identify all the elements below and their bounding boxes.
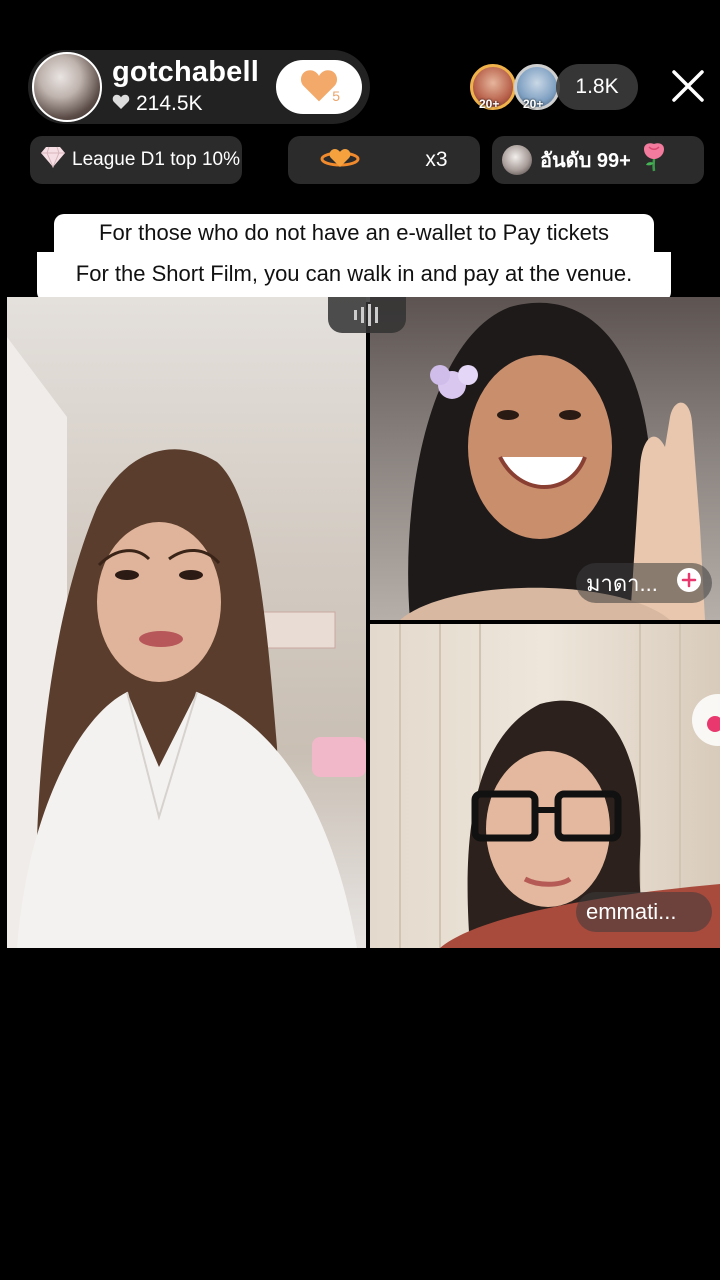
participant-name: มาดา...	[586, 570, 658, 596]
participant-label[interactable]: มาดา...	[576, 563, 712, 603]
close-icon[interactable]	[668, 66, 708, 106]
league-chip[interactable]: League D1 top 10%	[30, 136, 242, 184]
planet-heart-icon	[320, 143, 360, 177]
host-video-tile[interactable]	[7, 297, 366, 948]
participant-name: emmati...	[586, 899, 677, 924]
host-video-illustration	[7, 337, 366, 948]
participant-label[interactable]: emmati...	[576, 892, 712, 932]
follow-button[interactable]: 5	[276, 60, 362, 114]
viewer-badge: 20+	[523, 97, 544, 111]
caption-line-2: For the Short Film, you can walk in and …	[37, 252, 671, 302]
guest-video-tile[interactable]: emmati...	[370, 624, 720, 948]
viewer-avatar[interactable]: 20+	[514, 64, 560, 111]
host-avatar[interactable]	[32, 52, 102, 122]
rank-chip[interactable]: อันดับ 99+	[492, 136, 704, 184]
viewer-badge: 20+	[479, 97, 500, 111]
follow-count: 5	[332, 88, 340, 104]
add-participant-button[interactable]	[676, 567, 702, 599]
layout-handle-icon[interactable]	[328, 297, 406, 333]
rank-label: อันดับ 99+	[540, 150, 631, 172]
host-name[interactable]: gotchabell	[112, 56, 259, 89]
host-likes-count: 214.5K	[136, 92, 203, 115]
heart-icon	[112, 92, 130, 116]
viewer-avatar[interactable]: 20+	[470, 64, 516, 111]
rose-icon	[639, 141, 669, 179]
host-likes: 214.5K	[112, 92, 203, 116]
guest-video-tile[interactable]: มาดา...	[370, 297, 720, 620]
league-label: League D1 top 10%	[72, 149, 240, 170]
viewer-count[interactable]: 1.8K	[556, 64, 638, 110]
streak-count: x3	[425, 148, 448, 171]
caption-line-1: For those who do not have an e-wallet to…	[54, 214, 654, 252]
streak-chip[interactable]: x3	[288, 136, 480, 184]
rank-avatar-icon	[502, 145, 532, 175]
diamond-icon	[40, 145, 66, 175]
